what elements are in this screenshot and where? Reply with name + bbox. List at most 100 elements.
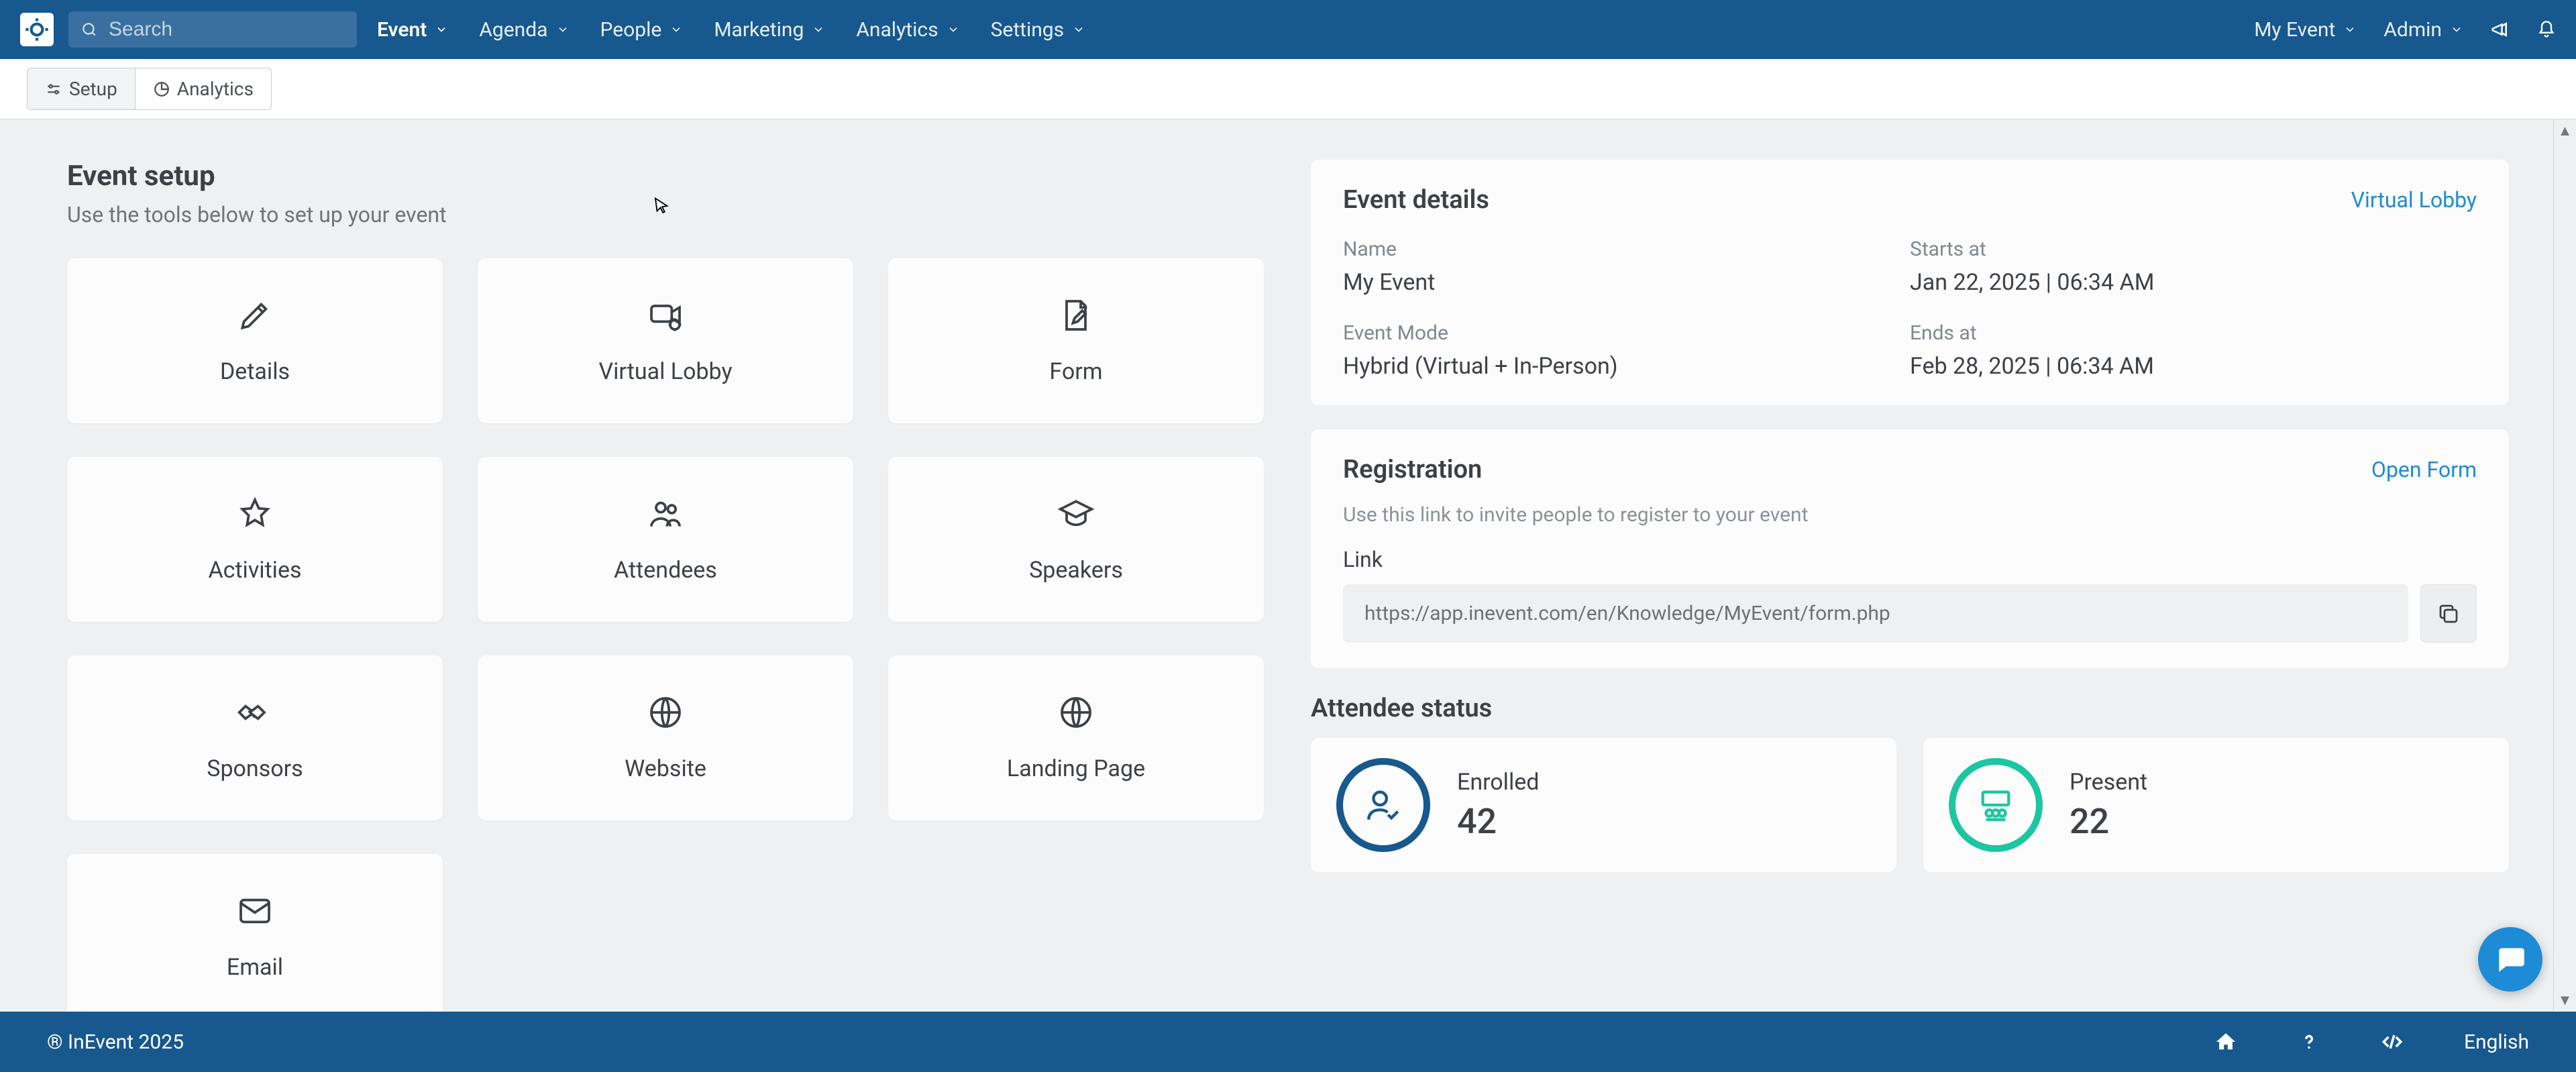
tile-activities[interactable]: Activities bbox=[67, 457, 443, 622]
detail-value-starts: Jan 22, 2025 | 06:34 AM bbox=[1910, 269, 2477, 296]
nav-item-settings[interactable]: Settings bbox=[991, 18, 1086, 42]
footer-help-button[interactable] bbox=[2298, 1030, 2320, 1053]
nav-label: People bbox=[600, 18, 662, 42]
tile-sponsors[interactable]: Sponsors bbox=[67, 655, 443, 820]
tile-label: Attendees bbox=[614, 557, 717, 584]
camera-gear-icon bbox=[647, 297, 684, 334]
tile-label: Speakers bbox=[1029, 557, 1123, 584]
footer-dev-button[interactable] bbox=[2381, 1030, 2404, 1053]
tile-virtual-lobby[interactable]: Virtual Lobby bbox=[478, 258, 853, 423]
detail-label-name: Name bbox=[1343, 237, 1910, 261]
tile-attendees[interactable]: Attendees bbox=[478, 457, 853, 622]
user-menu[interactable]: Admin bbox=[2383, 18, 2463, 42]
registration-link-row: https://app.inevent.com/en/Knowledge/MyE… bbox=[1343, 584, 2477, 643]
chevron-down-icon bbox=[435, 23, 448, 36]
setup-tiles: Details Virtual Lobby Form Activities At… bbox=[67, 258, 1264, 1012]
tile-email[interactable]: Email bbox=[67, 854, 443, 1012]
nav-label: Agenda bbox=[479, 18, 547, 42]
event-switcher[interactable]: My Event bbox=[2254, 18, 2357, 42]
edit-doc-icon bbox=[1057, 297, 1095, 334]
handshake-icon bbox=[236, 694, 274, 731]
chat-fab[interactable] bbox=[2478, 927, 2542, 991]
star-icon bbox=[236, 495, 274, 533]
announcements-button[interactable] bbox=[2490, 19, 2510, 40]
nav-label: Event bbox=[377, 18, 427, 42]
tab-label: Setup bbox=[69, 78, 117, 100]
main-content: Event setup Use the tools below to set u… bbox=[0, 119, 2576, 1012]
tab-analytics[interactable]: Analytics bbox=[135, 68, 271, 109]
scroll-down-arrow[interactable]: ▼ bbox=[2554, 989, 2576, 1012]
sub-nav: Setup Analytics bbox=[0, 59, 2576, 119]
footer-language[interactable]: English bbox=[2464, 1030, 2529, 1054]
brand-logo[interactable] bbox=[20, 13, 54, 46]
chevron-down-icon bbox=[947, 23, 960, 36]
nav-item-agenda[interactable]: Agenda bbox=[479, 18, 569, 42]
search-input[interactable] bbox=[109, 18, 345, 41]
tab-setup[interactable]: Setup bbox=[28, 68, 135, 109]
tile-label: Details bbox=[220, 358, 290, 385]
tile-landing-page[interactable]: Landing Page bbox=[888, 655, 1264, 820]
chevron-down-icon bbox=[556, 23, 570, 36]
tile-label: Email bbox=[227, 954, 283, 981]
notifications-button[interactable] bbox=[2537, 20, 2556, 39]
detail-label-starts: Starts at bbox=[1910, 237, 2477, 261]
nav-right: My Event Admin bbox=[2254, 18, 2556, 42]
link-label: Link bbox=[1343, 547, 2477, 572]
search-box[interactable] bbox=[68, 11, 357, 48]
mail-icon bbox=[236, 892, 274, 930]
panel-event-details: Event details Virtual Lobby Name My Even… bbox=[1311, 160, 2509, 405]
event-switcher-label: My Event bbox=[2254, 18, 2335, 42]
chevron-down-icon bbox=[2343, 23, 2357, 36]
footer-home-button[interactable] bbox=[2214, 1030, 2237, 1053]
open-form-link[interactable]: Open Form bbox=[2371, 457, 2477, 482]
copy-link-button[interactable] bbox=[2420, 584, 2477, 643]
tile-label: Sponsors bbox=[207, 755, 303, 782]
tile-website[interactable]: Website bbox=[478, 655, 853, 820]
enrolled-ring bbox=[1336, 758, 1430, 852]
cursor-icon bbox=[652, 196, 672, 216]
detail-value-ends: Feb 28, 2025 | 06:34 AM bbox=[1910, 353, 2477, 380]
nav-item-people[interactable]: People bbox=[600, 18, 684, 42]
nav-item-marketing[interactable]: Marketing bbox=[714, 18, 825, 42]
status-card-enrolled: Enrolled 42 bbox=[1311, 738, 1896, 872]
chevron-down-icon bbox=[1072, 23, 1085, 36]
status-card-present: Present 22 bbox=[1923, 738, 2509, 872]
subtab-group: Setup Analytics bbox=[27, 68, 272, 110]
copy-icon bbox=[2436, 602, 2461, 626]
nav-label: Settings bbox=[991, 18, 1065, 42]
tab-label: Analytics bbox=[177, 78, 254, 100]
nav-item-analytics[interactable]: Analytics bbox=[856, 18, 959, 42]
footer-bar: ® InEvent 2025 English bbox=[0, 1012, 2576, 1072]
home-icon bbox=[2214, 1030, 2237, 1053]
nav-label: Analytics bbox=[856, 18, 938, 42]
tile-form[interactable]: Form bbox=[888, 258, 1264, 423]
globe-icon bbox=[647, 694, 684, 731]
bell-icon bbox=[2537, 20, 2556, 39]
registration-link-field[interactable]: https://app.inevent.com/en/Knowledge/MyE… bbox=[1343, 584, 2408, 643]
chevron-down-icon bbox=[2450, 23, 2463, 36]
panel-registration: Registration Open Form Use this link to … bbox=[1311, 429, 2509, 668]
chevron-down-icon bbox=[812, 23, 825, 36]
chat-icon bbox=[2493, 943, 2527, 976]
virtual-lobby-link[interactable]: Virtual Lobby bbox=[2351, 187, 2477, 213]
tile-label: Activities bbox=[208, 557, 301, 584]
tile-label: Landing Page bbox=[1007, 755, 1145, 782]
scrollbar[interactable]: ▲ ▼ bbox=[2553, 119, 2576, 1012]
stat-value-present: 22 bbox=[2070, 801, 2147, 842]
stat-value-enrolled: 42 bbox=[1457, 801, 1539, 842]
stat-label-enrolled: Enrolled bbox=[1457, 769, 1539, 796]
tile-speakers[interactable]: Speakers bbox=[888, 457, 1264, 622]
attendee-status-title: Attendee status bbox=[1311, 694, 2509, 723]
present-ring bbox=[1949, 758, 2043, 852]
tile-details[interactable]: Details bbox=[67, 258, 443, 423]
pie-chart-icon bbox=[153, 81, 170, 98]
left-column: Event setup Use the tools below to set u… bbox=[67, 160, 1264, 1012]
scroll-up-arrow[interactable]: ▲ bbox=[2554, 119, 2576, 142]
main-nav: Event Agenda People Marketing Analytics … bbox=[377, 18, 1085, 42]
detail-value-name: My Event bbox=[1343, 269, 1910, 296]
detail-label-ends: Ends at bbox=[1910, 321, 2477, 345]
right-column: Event details Virtual Lobby Name My Even… bbox=[1311, 160, 2509, 1012]
nav-item-event[interactable]: Event bbox=[377, 18, 448, 42]
chevron-down-icon bbox=[669, 23, 683, 36]
page-title: Event setup bbox=[67, 160, 1264, 193]
